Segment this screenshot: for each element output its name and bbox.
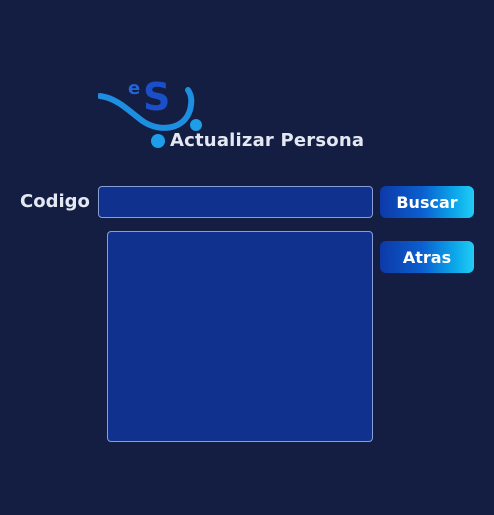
search-button[interactable]: Buscar [380, 186, 474, 218]
result-textarea[interactable] [107, 231, 373, 442]
svg-text:e: e [128, 78, 140, 99]
code-input[interactable] [98, 186, 373, 218]
back-button[interactable]: Atras [380, 241, 474, 273]
page-title: Actualizar Persona [170, 130, 365, 151]
svg-text:S: S [143, 75, 170, 119]
code-label: Codigo [20, 191, 90, 212]
